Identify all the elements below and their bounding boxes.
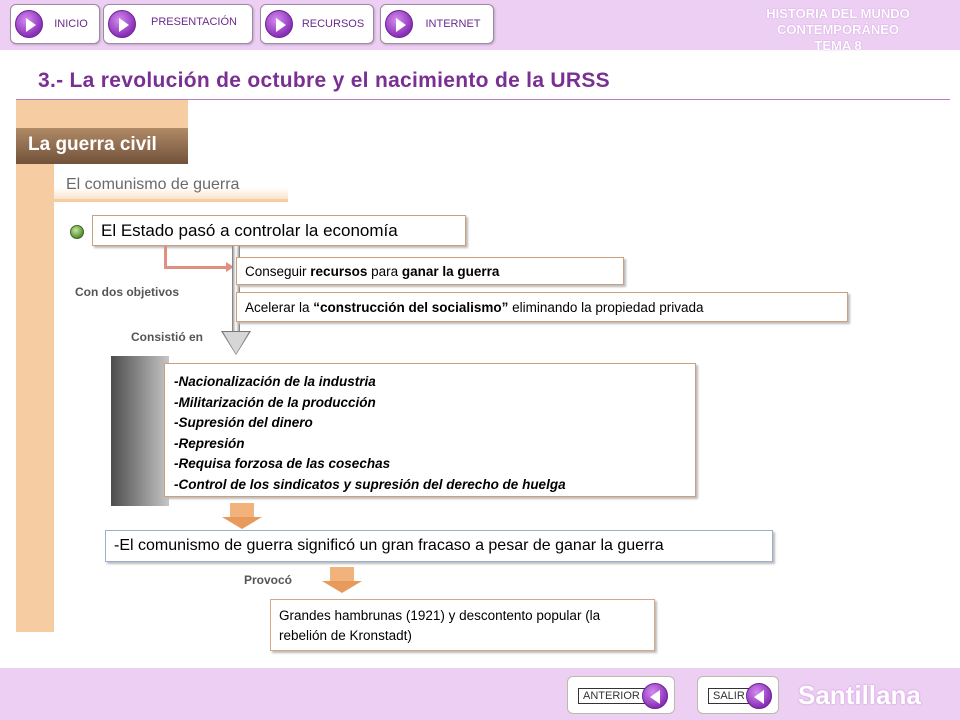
list-item: -Nacionalización de la industria [174, 374, 376, 389]
green-bullet-icon [70, 225, 84, 239]
back-arrow-icon [746, 683, 772, 709]
back-arrow-icon [642, 683, 668, 709]
consequence-box: Grandes hambrunas (1921) y descontento p… [270, 599, 655, 651]
nav-internet-button[interactable]: INTERNET [380, 4, 494, 44]
objective-box-2: Acelerar la “construcción del socialismo… [236, 292, 848, 322]
arrow-shaft [330, 567, 354, 581]
caused-label: Provocó [244, 573, 293, 587]
objective1-bold: recursos [310, 264, 368, 279]
objective2-bold: “construcción del socialismo” [313, 300, 509, 315]
measures-list: -Nacionalización de la industria -Milita… [164, 363, 696, 497]
list-item: -Control de los sindicatos y supresión d… [174, 476, 566, 492]
measures-backdrop [111, 356, 169, 506]
course-title: HISTORIA DEL MUNDO CONTEMPORÁNEO [766, 6, 910, 37]
course-header: HISTORIA DEL MUNDO CONTEMPORÁNEO TEMA 8 [728, 6, 948, 54]
salir-label: SALIR [708, 688, 750, 704]
orange-down-arrow-icon [322, 567, 362, 593]
objective2-text: Acelerar la [245, 300, 314, 315]
arrow-head [222, 517, 262, 529]
down-arrow-icon [223, 332, 249, 354]
salir-button[interactable]: SALIR [697, 676, 779, 714]
main-statement-box: El Estado pasó a controlar la economía [92, 215, 466, 246]
connector-line [164, 246, 167, 268]
anterior-button[interactable]: ANTERIOR [567, 676, 675, 714]
page-title: 3.- La revolución de octubre y el nacimi… [38, 69, 610, 92]
section-tab-backdrop [54, 100, 188, 128]
nav-recursos-label: RECURSOS [301, 18, 365, 30]
objective-box-1: Conseguir recursos para ganar la guerra [236, 257, 624, 285]
arrow-head [322, 581, 362, 593]
objective1-text: para [367, 264, 402, 279]
orange-down-arrow-icon [222, 503, 262, 529]
connector-line [164, 266, 226, 269]
nav-presentacion-button[interactable]: PRESENTACIÓN [103, 4, 253, 44]
play-icon [265, 10, 293, 38]
anterior-label: ANTERIOR [578, 688, 645, 704]
nav-recursos-button[interactable]: RECURSOS [260, 4, 374, 44]
objective2-text: eliminando la propiedad privada [508, 300, 704, 315]
list-item: -Militarización de la producción [174, 394, 376, 410]
objective1-text: Conseguir [245, 264, 311, 279]
left-accent-bar [16, 100, 54, 632]
conclusion-box: -El comunismo de guerra significó un gra… [105, 530, 773, 562]
play-icon [385, 10, 413, 38]
publisher-logo: Santillana [798, 680, 921, 710]
arrow-shaft [230, 503, 254, 517]
nav-inicio-button[interactable]: INICIO [10, 4, 100, 44]
consisted-label: Consistió en [131, 330, 204, 344]
subtitle: El comunismo de guerra [54, 170, 288, 202]
nav-inicio-label: INICIO [54, 18, 88, 30]
nav-internet-label: INTERNET [425, 18, 481, 30]
objectives-label: Con dos objetivos [75, 285, 180, 299]
list-item: -Represión [174, 435, 245, 451]
play-icon [15, 10, 43, 38]
section-tab: La guerra civil [16, 128, 188, 164]
unit-label: TEMA 8 [814, 38, 862, 53]
objective1-bold: ganar la guerra [401, 264, 500, 279]
nav-presentacion-label: PRESENTACIÓN [151, 16, 237, 28]
list-item: -Requisa forzosa de las cosechas [174, 456, 391, 471]
list-item: -Supresión del dinero [174, 415, 313, 430]
play-icon [108, 10, 136, 38]
